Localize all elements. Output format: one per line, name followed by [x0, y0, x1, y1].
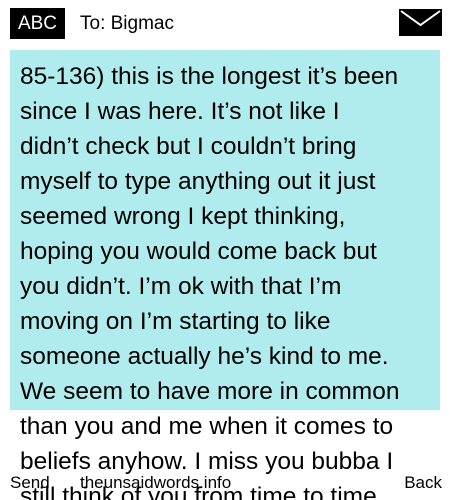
input-mode-badge[interactable]: ABC	[10, 8, 65, 39]
send-softkey[interactable]: Send	[10, 472, 50, 494]
message-line: myself to type anything out it just	[20, 168, 376, 195]
message-line: seemed wrong I kept thinking,	[20, 203, 346, 230]
message-header: ABC To: Bigmac	[0, 0, 450, 46]
message-line: We seem to have more in common	[20, 378, 400, 405]
message-line: than you and me when it comes to	[20, 413, 394, 440]
envelope-icon	[399, 9, 442, 36]
message-text[interactable]: 85-136) this is the longest it’s been sin…	[20, 59, 438, 500]
message-line: someone actually he’s kind to me.	[20, 343, 389, 370]
message-line: moving on I’m starting to like	[20, 308, 331, 335]
back-softkey[interactable]: Back	[404, 472, 442, 494]
message-line: didn’t check but I couldn’t bring	[20, 133, 357, 160]
message-line: hoping you would come back but	[20, 238, 377, 265]
softkey-bar: Send theunsaidwords.info Back	[0, 472, 450, 500]
message-line: you didn’t. I’m ok with that I’m	[20, 273, 342, 300]
message-line: since I was here. It’s not like I	[20, 98, 340, 125]
message-line: 85-136) this is the longest it’s been	[20, 63, 399, 90]
message-body[interactable]: 85-136) this is the longest it’s been sin…	[10, 50, 440, 500]
recipient-label[interactable]: To: Bigmac	[80, 8, 174, 39]
site-watermark: theunsaidwords.info	[80, 473, 232, 492]
